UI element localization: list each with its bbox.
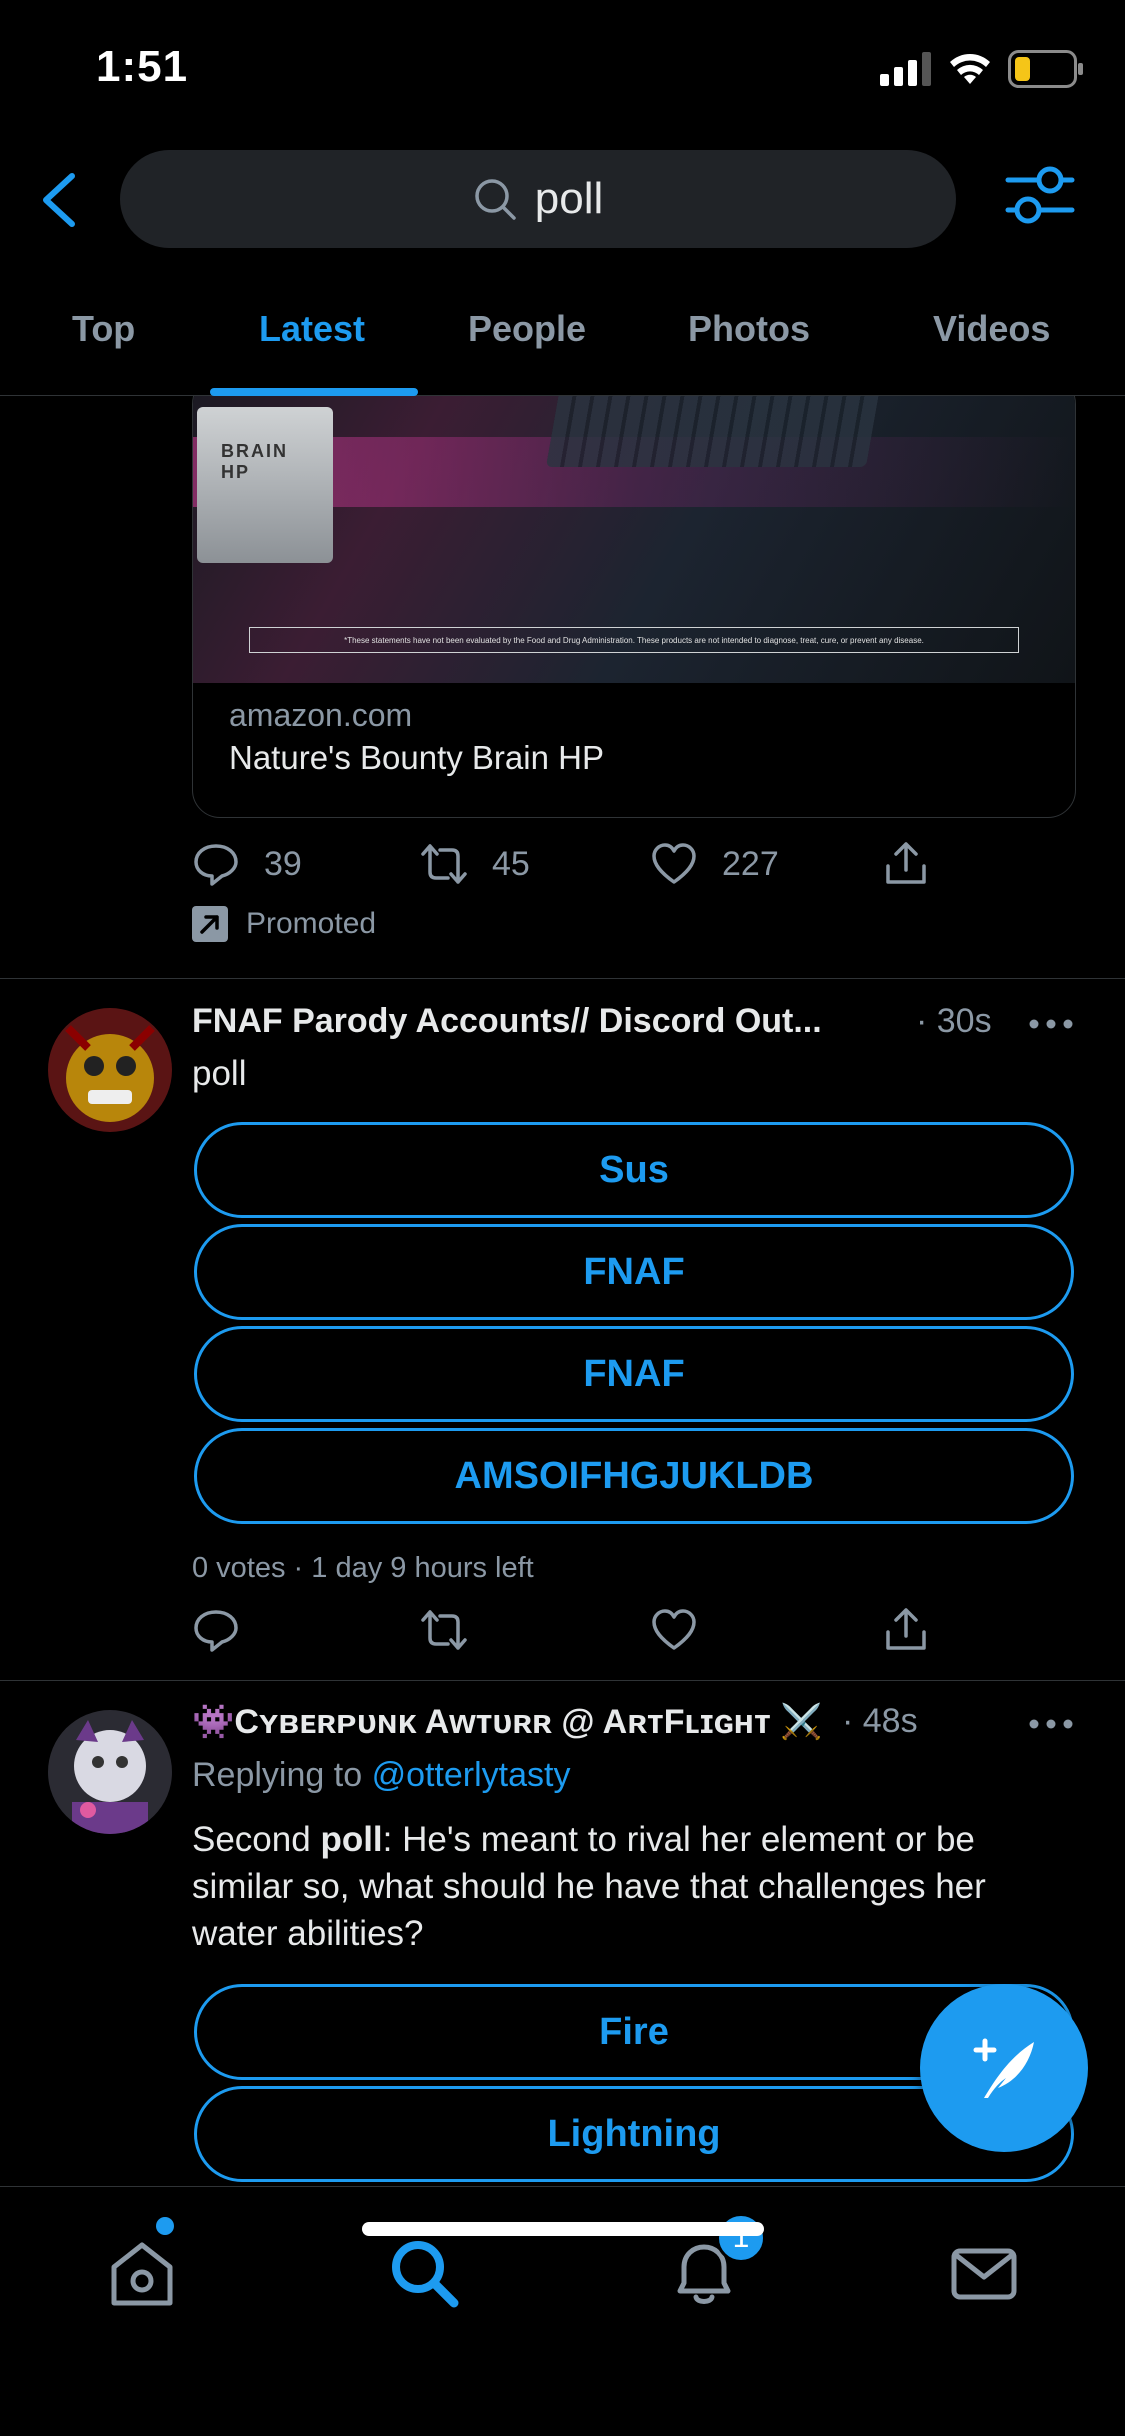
home-indicator[interactable] [362,2222,764,2236]
search-input[interactable]: poll [120,150,956,248]
author-name[interactable]: FNAF Parody Accounts// Discord Out... [192,1002,822,1041]
promoted-link-card[interactable]: BRAIN HP *These statements have not been … [192,396,1076,818]
product-brand-text: BRAIN HP [221,441,288,482]
cellular-signal-icon [880,52,931,86]
battery-low-icon [1008,50,1083,88]
share-icon [886,1608,926,1650]
timeline[interactable]: BRAIN HP *These statements have not been … [0,396,1125,2186]
search-icon [475,179,516,220]
tab-top[interactable]: Top [72,308,135,350]
new-content-dot [156,2217,174,2235]
product-box: BRAIN HP [197,407,333,563]
retweet-icon [421,844,467,884]
tab-people[interactable]: People [468,308,586,350]
active-tab-indicator [210,388,418,396]
status-time: 1:51 [96,42,189,91]
promoted-label: Promoted [246,907,377,940]
promo-media-image[interactable]: BRAIN HP *These statements have not been … [193,396,1075,683]
replying-to: Replying to @otterlytasty [192,1756,571,1794]
search-filter-icon[interactable] [1004,160,1076,230]
avatar[interactable] [48,1008,172,1132]
tweet-divider [0,978,1125,979]
compose-tweet-button[interactable] [920,1984,1088,2152]
poll-status: 0 votes · 1 day 9 hours left [192,1552,534,1584]
tweet-divider [0,1680,1125,1681]
share-button[interactable] [882,1606,930,1654]
status-bar: 1:51 [0,0,1125,140]
promoted-indicator: Promoted [192,906,376,942]
search-query: poll [534,174,604,223]
tab-videos[interactable]: Videos [933,308,1050,350]
more-options-icon[interactable] [1026,1714,1076,1734]
home-icon[interactable] [102,2233,182,2313]
search-icon[interactable] [384,2233,464,2313]
share-icon [886,842,926,884]
retweet-icon [421,1610,467,1650]
notifications-badge: 1 [716,2213,766,2263]
reply-icon [194,844,238,886]
retweet-count: 45 [492,844,530,883]
like-button[interactable]: 227 [650,840,779,888]
tab-photos[interactable]: Photos [688,308,810,350]
poll-option[interactable]: FNAF [194,1224,1074,1320]
wifi-icon [950,54,990,84]
card-title: Nature's Bounty Brain HP [229,739,604,776]
tweet-text: Second poll: He's meant to rival her ele… [192,1820,986,1953]
author-name[interactable]: 👾Cʏʙᴇʀᴘᴜɴᴋ Aᴡᴛᴜʀʀ @ AʀᴛFʟɪɢʜᴛ ⚔️ [192,1702,823,1742]
fda-disclaimer: *These statements have not been evaluate… [249,627,1019,653]
poll-option[interactable]: Sus [194,1122,1074,1218]
reply-button[interactable]: 39 [192,840,302,888]
more-options-icon[interactable] [1026,1014,1076,1034]
reply-icon [194,1610,238,1652]
compose-feather-icon [973,2038,1034,2098]
reply-count: 39 [264,844,302,883]
promo-action-bar: 39 45 227 [192,840,952,900]
promoted-icon [192,906,228,942]
reply-handle-link[interactable]: @otterlytasty [372,1756,571,1794]
heart-icon [652,1609,696,1650]
reply-button[interactable] [192,1606,240,1654]
tweet-time: · 30s [916,1002,992,1040]
tweet-time: · 48s [842,1702,918,1740]
like-button[interactable] [650,1606,698,1654]
search-tabs: Top Latest People Photos Videos [0,280,1125,396]
heart-icon [652,843,696,884]
tab-latest[interactable]: Latest [259,308,365,350]
like-count: 227 [722,844,779,883]
tweet-text: poll [192,1054,247,1093]
back-arrow-icon[interactable] [34,170,84,230]
search-header: poll [0,140,1125,260]
media-keyboard [545,396,881,467]
card-domain: amazon.com [229,697,413,733]
retweet-button[interactable] [420,1606,468,1654]
avatar[interactable] [48,1710,172,1834]
messages-envelope-icon[interactable] [944,2233,1024,2313]
poll-option[interactable]: FNAF [194,1326,1074,1422]
retweet-button[interactable]: 45 [420,840,530,888]
poll-option[interactable]: AMSOIFHGJUKLDB [194,1428,1074,1524]
tweet-action-bar [192,1606,952,1666]
share-button[interactable] [882,840,930,888]
